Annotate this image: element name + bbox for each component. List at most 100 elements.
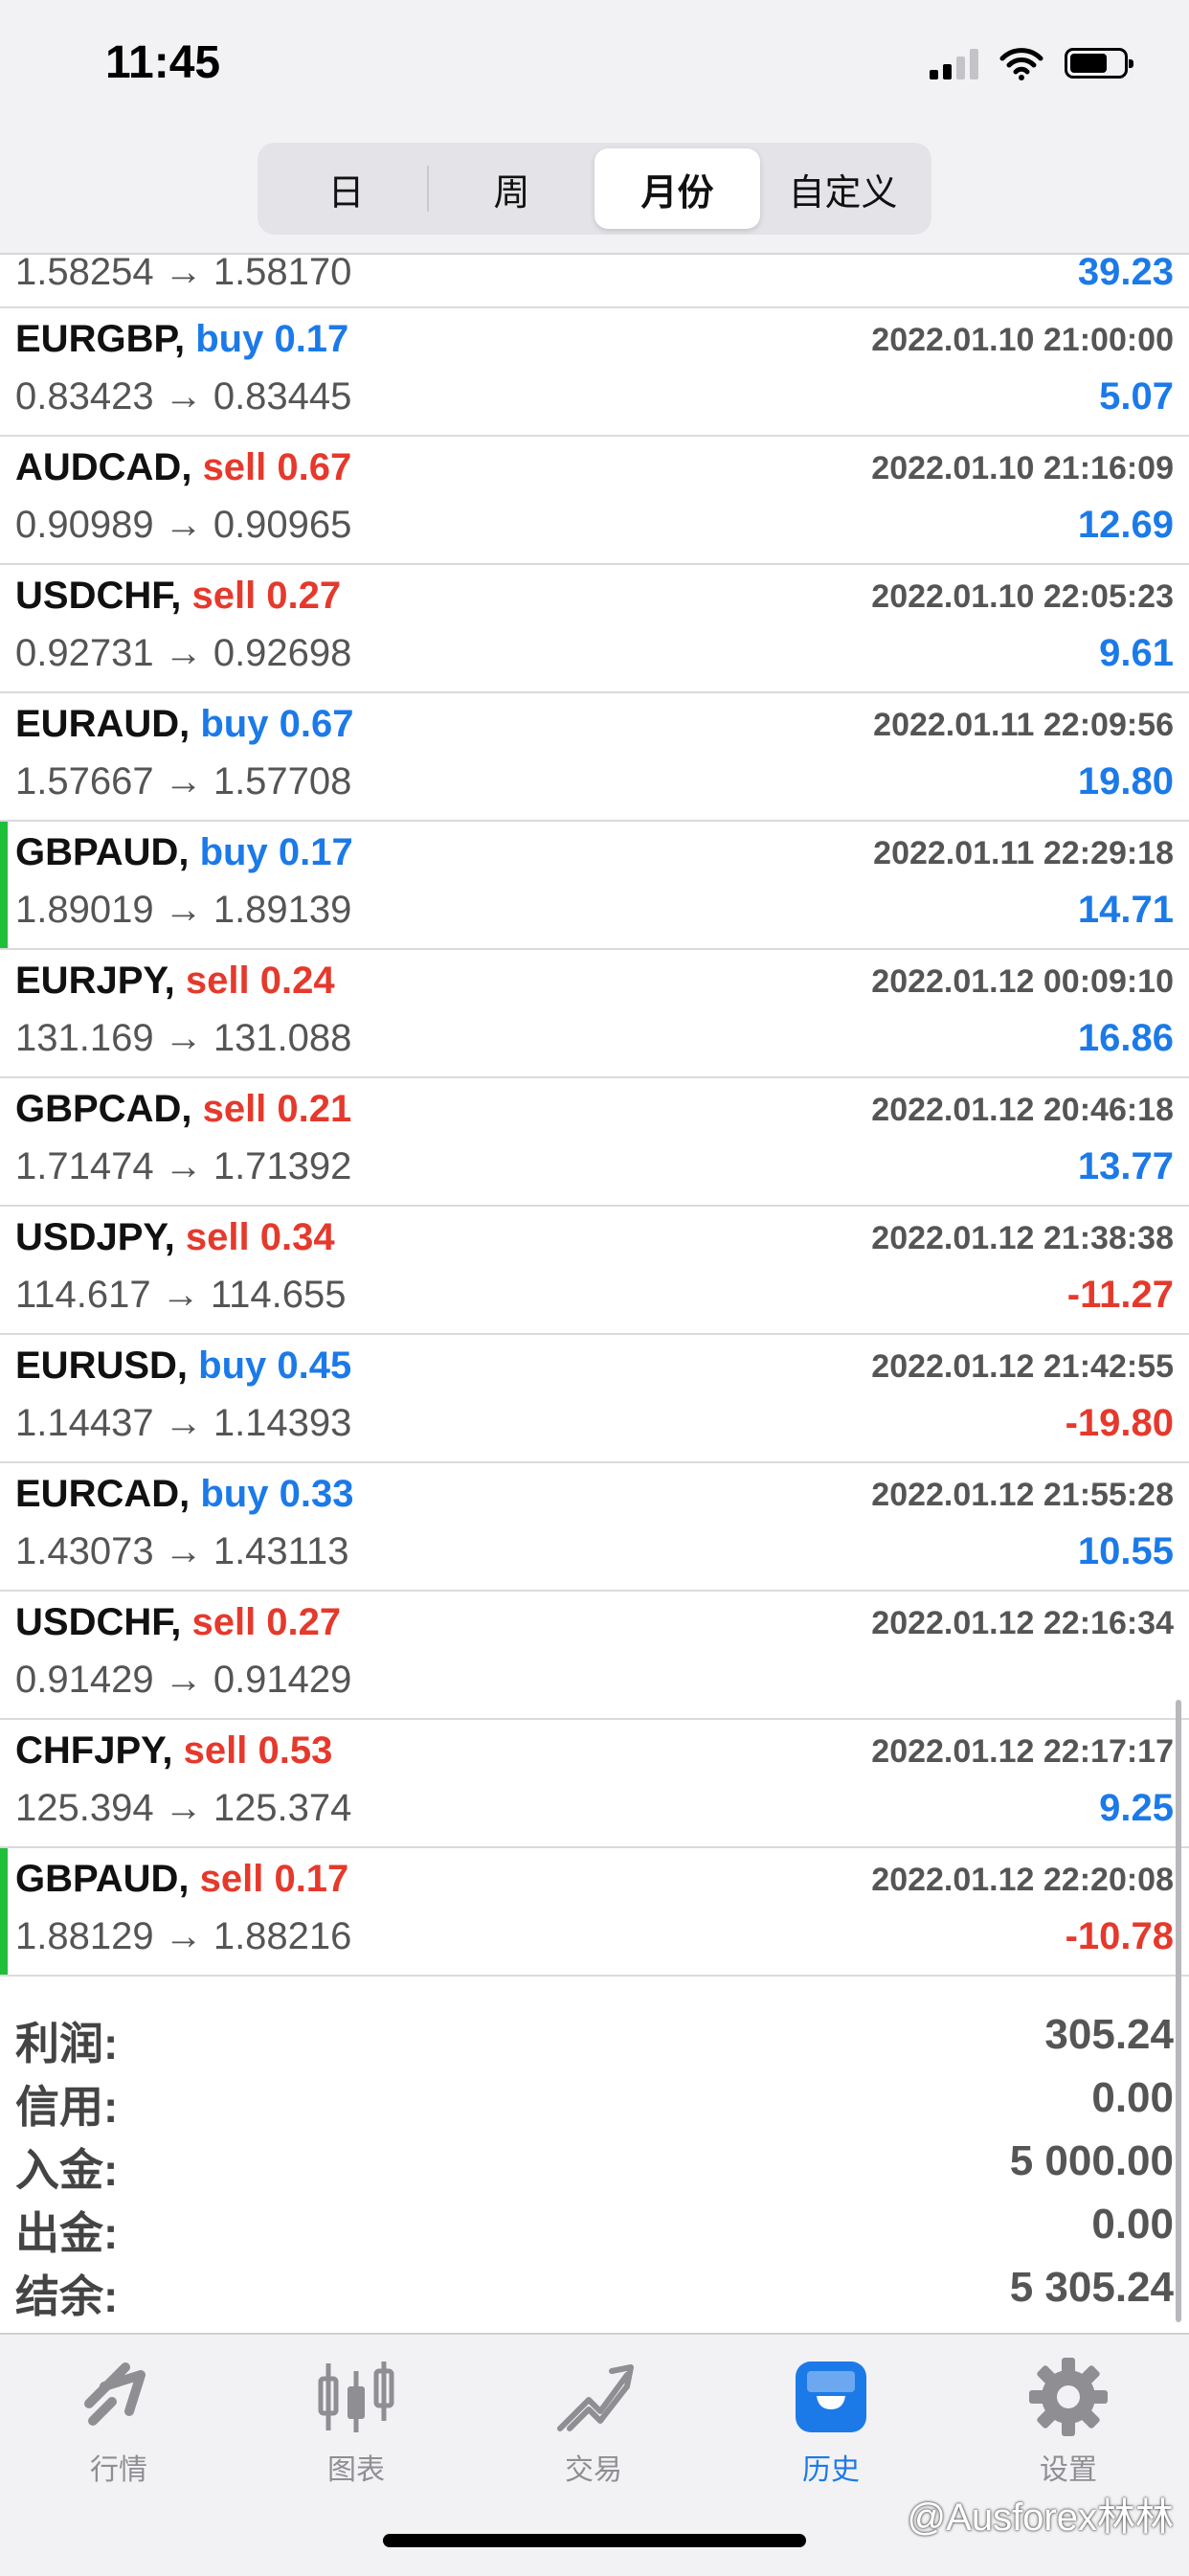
trade-time: 2022.01.12 00:09:10 xyxy=(871,963,1174,1000)
summary-label: 信用: xyxy=(15,2082,119,2132)
trade-side-volume: sell 0.27 xyxy=(191,575,342,617)
trade-symbol: EURJPY, xyxy=(15,960,175,1002)
trade-prices: 0.91429 → 0.91429 xyxy=(15,1659,352,1701)
trade-symbol-line: GBPAUD, buy 0.17 xyxy=(15,831,353,874)
trade-row[interactable]: EURAUD, buy 0.67 2022.01.11 22:09:56 1.576… xyxy=(0,693,1189,822)
trade-row[interactable]: CHFJPY, sell 0.53 2022.01.12 22:17:17 125.… xyxy=(0,1720,1189,1848)
trade-prices: 1.57667 → 1.57708 xyxy=(15,760,352,802)
trade-side-volume: sell 0.21 xyxy=(202,1088,352,1130)
trade-icon xyxy=(557,2364,634,2431)
summary-value: 0.00 xyxy=(1091,2074,1174,2121)
period-custom-tab[interactable]: 自定义 xyxy=(760,148,926,229)
trade-history-list[interactable]: 1.58254 → 1.58170 39.23 EURGBP, buy 0.17… xyxy=(0,251,1189,1977)
wifi-icon xyxy=(999,48,1043,80)
trade-symbol: USDCHF, xyxy=(15,1601,182,1643)
trade-row[interactable]: USDCHF, sell 0.27 2022.01.12 22:16:34 0.91… xyxy=(0,1592,1189,1720)
trade-side-volume: sell 0.34 xyxy=(185,1216,335,1258)
summary-label: 入金: xyxy=(15,2145,119,2195)
trade-side-volume: sell 0.27 xyxy=(191,1601,342,1643)
trade-row[interactable]: AUDCAD, sell 0.67 2022.01.10 21:16:09 0.90… xyxy=(0,437,1189,565)
summary-withdrawal: 出金: 0.00 xyxy=(0,2193,1189,2258)
account-summary: 利润: 305.24 信用: 0.00 入金: 5 000.00 出金: 0.0… xyxy=(0,2003,1189,2321)
tab-trade[interactable]: 交易 xyxy=(475,2354,712,2488)
status-bar: 11:45 xyxy=(0,0,1189,134)
period-selector: 日 周 月份 自定义 xyxy=(258,143,931,235)
cellular-signal-icon xyxy=(930,47,978,79)
tab-label: 设置 xyxy=(1040,2454,1097,2486)
trade-symbol-line: GBPCAD, sell 0.21 xyxy=(15,1088,351,1131)
tab-history[interactable]: 历史 xyxy=(712,2354,950,2488)
trade-symbol-line: EURUSD, buy 0.45 xyxy=(15,1344,351,1388)
watermark-text: @Ausforex林林 xyxy=(907,2497,1174,2539)
tab-label: 历史 xyxy=(802,2454,860,2486)
trade-side-volume: sell 0.24 xyxy=(185,960,335,1002)
tab-quotes[interactable]: 行情 xyxy=(0,2354,237,2488)
trade-time: 2022.01.12 21:38:38 xyxy=(871,1220,1174,1256)
trade-time: 2022.01.10 21:16:09 xyxy=(871,450,1174,486)
trade-profit: 5.07 xyxy=(1099,375,1174,418)
tab-chart[interactable]: 图表 xyxy=(237,2354,475,2488)
trade-symbol: AUDCAD, xyxy=(15,446,192,488)
trade-side-volume: sell 0.53 xyxy=(183,1729,333,1772)
period-month-tab[interactable]: 月份 xyxy=(594,148,760,229)
trade-row[interactable]: EURGBP, buy 0.17 2022.01.10 21:00:00 0.834… xyxy=(0,308,1189,437)
trade-symbol: EURCAD, xyxy=(15,1473,191,1515)
trade-profit: -10.78 xyxy=(1065,1915,1174,1957)
trade-row[interactable]: USDCHF, sell 0.27 2022.01.10 22:05:23 0.92… xyxy=(0,565,1189,693)
trade-side-volume: buy 0.67 xyxy=(200,703,354,745)
trade-profit: -11.27 xyxy=(1066,1274,1174,1316)
trade-symbol-line: GBPAUD, sell 0.17 xyxy=(15,1858,348,1901)
summary-deposit: 入金: 5 000.00 xyxy=(0,2130,1189,2195)
position-marker xyxy=(0,1848,8,1975)
trade-row[interactable]: GBPAUD, buy 0.17 2022.01.11 22:29:18 1.890… xyxy=(0,822,1189,950)
trade-symbol: GBPAUD, xyxy=(15,1858,190,1900)
quotes-icon xyxy=(84,2362,146,2426)
summary-value: 5 305.24 xyxy=(1009,2264,1174,2311)
tab-label: 行情 xyxy=(90,2454,147,2486)
trade-row[interactable]: EURUSD, buy 0.45 2022.01.12 21:42:55 1.144… xyxy=(0,1335,1189,1463)
tab-label: 图表 xyxy=(327,2454,385,2486)
summary-profit: 利润: 305.24 xyxy=(0,2003,1189,2068)
trade-row[interactable]: USDJPY, sell 0.34 2022.01.12 21:38:38 114.… xyxy=(0,1207,1189,1335)
trade-row[interactable]: GBPAUD, sell 0.17 2022.01.12 22:20:08 1.88… xyxy=(0,1848,1189,1977)
trade-row[interactable]: GBPCAD, sell 0.21 2022.01.12 20:46:18 1.71… xyxy=(0,1078,1189,1207)
chart-icon xyxy=(318,2361,394,2432)
trade-time: 2022.01.11 22:09:56 xyxy=(873,707,1174,743)
trade-side-volume: buy 0.17 xyxy=(195,318,349,360)
trade-prices: 1.89019 → 1.89139 xyxy=(15,889,352,931)
trade-symbol-line: EURJPY, sell 0.24 xyxy=(15,960,335,1003)
trade-time: 2022.01.12 22:16:34 xyxy=(871,1605,1174,1641)
trade-symbol: USDCHF, xyxy=(15,575,182,617)
summary-credit: 信用: 0.00 xyxy=(0,2067,1189,2132)
history-header: 日 周 月份 自定义 xyxy=(0,134,1189,255)
trade-time: 2022.01.12 20:46:18 xyxy=(871,1092,1174,1128)
trade-symbol: USDJPY, xyxy=(15,1216,175,1258)
settings-icon xyxy=(1029,2358,1108,2436)
trade-time: 2022.01.12 22:17:17 xyxy=(871,1733,1174,1770)
trade-prices: 1.58254 → 1.58170 xyxy=(15,251,352,293)
summary-balance: 结余: 5 305.24 xyxy=(0,2256,1189,2321)
trade-profit: 9.61 xyxy=(1099,632,1174,674)
trade-symbol-line: AUDCAD, sell 0.67 xyxy=(15,446,351,489)
trade-row[interactable]: EURJPY, sell 0.24 2022.01.12 00:09:10 131.… xyxy=(0,950,1189,1078)
home-indicator xyxy=(383,2534,806,2547)
period-week-tab[interactable]: 周 xyxy=(429,148,594,229)
trade-time: 2022.01.10 22:05:23 xyxy=(871,578,1174,615)
trade-profit: 13.77 xyxy=(1077,1145,1174,1187)
trade-time: 2022.01.10 21:00:00 xyxy=(871,322,1174,358)
trade-symbol: EURAUD, xyxy=(15,703,191,745)
trade-row-partial[interactable]: 1.58254 → 1.58170 39.23 xyxy=(0,251,1189,308)
trade-symbol-line: USDCHF, sell 0.27 xyxy=(15,575,341,618)
summary-label: 利润: xyxy=(15,2019,119,2068)
summary-value: 5 000.00 xyxy=(1009,2137,1174,2184)
trade-row[interactable]: EURCAD, buy 0.33 2022.01.12 21:55:28 1.430… xyxy=(0,1463,1189,1592)
tab-settings[interactable]: 设置 xyxy=(950,2354,1187,2488)
trade-prices: 0.92731 → 0.92698 xyxy=(15,632,352,674)
trade-time: 2022.01.12 22:20:08 xyxy=(871,1862,1174,1898)
period-day-tab[interactable]: 日 xyxy=(263,148,429,229)
trade-time: 2022.01.11 22:29:18 xyxy=(873,835,1174,871)
trade-profit: 39.23 xyxy=(1077,251,1174,293)
trade-symbol: CHFJPY, xyxy=(15,1729,173,1772)
trade-prices: 1.88129 → 1.88216 xyxy=(15,1915,352,1957)
trade-side-volume: buy 0.45 xyxy=(198,1344,352,1387)
